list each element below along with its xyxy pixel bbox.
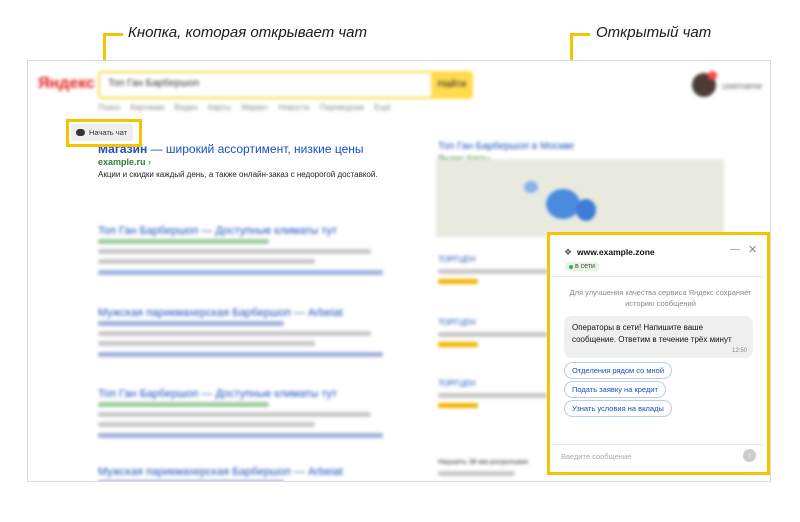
operator-message: Операторы в сети! Напишите ваше сообщени…	[564, 316, 753, 358]
search-input[interactable]: Топ Ган Барбершоп	[98, 71, 437, 99]
map-thumbnail[interactable]	[436, 159, 724, 237]
result-snippet-line	[98, 341, 315, 346]
tab-search[interactable]: Поиск	[98, 103, 120, 112]
notification-dot	[708, 71, 717, 80]
ad-url-text: example.ru	[98, 157, 146, 167]
place-card[interactable]: ТОРГЦЕН	[438, 318, 548, 347]
search-button[interactable]: Найти	[431, 71, 473, 99]
result-title[interactable]: Топ Ган Барбершоп — Доступные климаты ту…	[98, 225, 408, 237]
site-icon: ❖	[564, 247, 573, 257]
result-title[interactable]: Мужская парикмахерская Барбершоп — Arbei…	[98, 466, 408, 478]
online-status-badge: в сети	[565, 262, 599, 271]
result-title[interactable]: Мужская парикмахерская Барбершоп — Arbei…	[98, 307, 408, 319]
callout-open-chat: Открытый чат	[596, 24, 712, 41]
start-chat-label: Начать чат	[89, 128, 128, 137]
panel-footer-line	[438, 471, 515, 476]
result-url	[98, 480, 284, 481]
online-dot-icon	[569, 264, 573, 269]
result-url	[98, 402, 269, 407]
ad-title-rest: — широкий ассортимент, низкие цены	[147, 142, 364, 156]
place-line	[438, 332, 548, 337]
result-title[interactable]: Топ Ган Барбершоп — Доступные климаты ту…	[98, 388, 408, 400]
yandex-logo[interactable]: Яндекс	[38, 75, 95, 93]
ad-description: Акции и скидки каждый день, а также онла…	[98, 170, 378, 179]
search-result[interactable]: Мужская парикмахерская Барбершоп — Arbei…	[98, 466, 408, 481]
tab-maps[interactable]: Карты	[208, 103, 231, 112]
quick-reply-credit[interactable]: Подать заявку на кредит	[564, 381, 666, 398]
map-marker	[546, 189, 580, 219]
result-meta-line	[98, 352, 384, 357]
operator-message-text: Операторы в сети! Напишите ваше сообщени…	[572, 323, 732, 344]
result-meta-line	[98, 433, 384, 438]
callout-chat-button: Кнопка, которая открывает чат	[128, 24, 367, 41]
search-query: Топ Ган Барбершоп	[108, 78, 200, 89]
place-card[interactable]: ТОРГЦЕН	[438, 255, 548, 284]
panel-footer-text: Наушить 38 мм росрольвин	[438, 459, 529, 466]
username[interactable]: username	[722, 81, 762, 91]
result-meta-line	[98, 270, 384, 275]
search-result[interactable]: Топ Ган Барбершоп — Доступные климаты ту…	[98, 225, 408, 275]
result-url	[98, 321, 284, 326]
close-icon[interactable]: ✕	[748, 243, 757, 256]
nav-tabs: Поиск Картинки Видео Карты Маркет Новост…	[98, 103, 399, 112]
tab-market[interactable]: Маркет	[241, 103, 268, 112]
search-result[interactable]: Мужская парикмахерская Барбершоп — Arbei…	[98, 307, 408, 357]
chat-input-divider	[553, 444, 764, 445]
tab-video[interactable]: Видео	[175, 103, 198, 112]
result-url	[98, 239, 269, 244]
quick-reply-deposits[interactable]: Узнать условия на вклады	[564, 400, 672, 417]
chat-history-notice: Для улучшения качества сервиса Яндекс со…	[569, 288, 752, 308]
tab-more[interactable]: Ещё	[374, 103, 390, 112]
search-result[interactable]: Топ Ган Барбершоп — Доступные климаты ту…	[98, 388, 408, 438]
place-card[interactable]: ТОРГЦЕН	[438, 379, 548, 408]
place-rating	[438, 403, 478, 408]
online-status-text: в сети	[575, 263, 595, 270]
tab-news[interactable]: Новости	[279, 103, 310, 112]
place-rating	[438, 279, 478, 284]
place-title[interactable]: ТОРГЦЕН	[438, 318, 548, 327]
tab-translate[interactable]: Переводчик	[320, 103, 364, 112]
map-marker	[524, 181, 538, 193]
chat-highlight: ❖ www.example.zone — ✕ в сети Для улучше…	[547, 232, 770, 475]
quick-reply-branches[interactable]: Отделения рядом со мной	[564, 362, 673, 379]
map-marker	[576, 199, 596, 221]
callout-line-left-h	[103, 33, 123, 36]
result-snippet-line	[98, 249, 371, 254]
result-snippet-line	[98, 331, 371, 336]
result-snippet-line	[98, 422, 315, 427]
tab-images[interactable]: Картинки	[130, 103, 164, 112]
chat-divider	[553, 276, 764, 277]
callout-line-right-h	[570, 33, 590, 36]
ad-url[interactable]: example.ru ›	[98, 157, 151, 167]
result-snippet-line	[98, 412, 371, 417]
send-arrow-icon[interactable]: ↑	[743, 449, 756, 462]
chat-message-input[interactable]	[561, 449, 731, 464]
chat-widget: ❖ www.example.zone — ✕ в сети Для улучше…	[553, 238, 764, 469]
start-chat-button[interactable]: Начать чат	[71, 124, 134, 141]
chat-site-name: www.example.zone	[577, 247, 655, 257]
minimize-icon[interactable]: —	[730, 244, 740, 255]
place-title[interactable]: ТОРГЦЕН	[438, 379, 548, 388]
place-line	[438, 269, 548, 274]
message-time: 12:50	[731, 348, 747, 354]
place-rating	[438, 342, 478, 347]
result-snippet-line	[98, 259, 315, 264]
panel-title[interactable]: Топ Ган Барбершоп в Москве	[438, 141, 738, 152]
panel-footer: Наушить 38 мм росрольвин	[438, 459, 548, 476]
place-title[interactable]: ТОРГЦЕН	[438, 255, 548, 264]
chat-bubble-icon	[76, 129, 85, 136]
place-line	[438, 393, 548, 398]
